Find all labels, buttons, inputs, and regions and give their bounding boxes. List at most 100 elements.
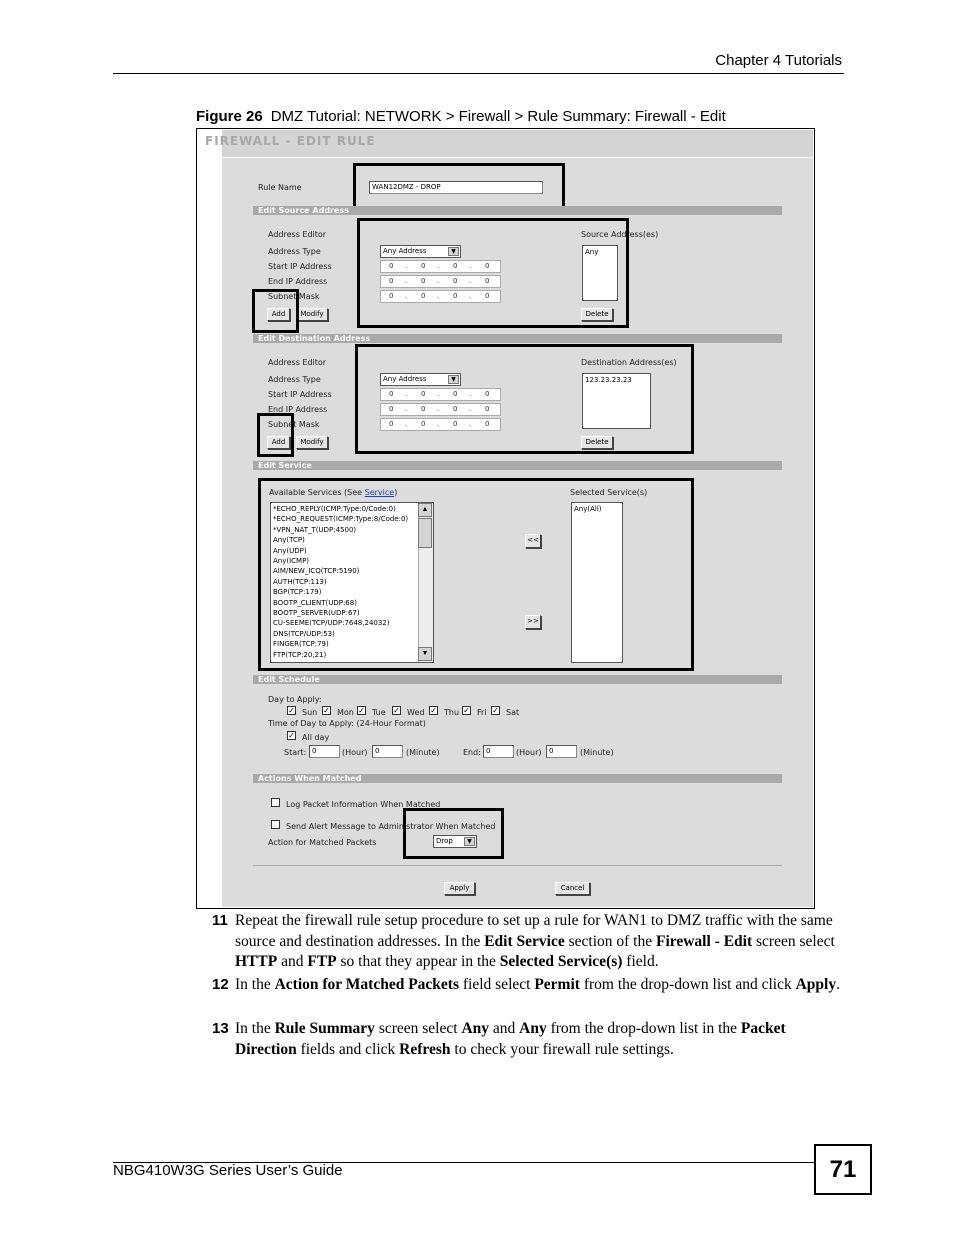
tue-checkbox[interactable]: ✓	[357, 706, 366, 715]
start-minute-unit: (Minute)	[406, 748, 440, 757]
start-minute-input[interactable]: 0	[372, 745, 403, 758]
section-bar-source: Edit Source Address	[253, 206, 782, 215]
divider	[253, 865, 782, 866]
step-text-run: In the	[235, 976, 275, 993]
wed-checkbox[interactable]: ✓	[392, 706, 401, 715]
chapter-heading: Chapter 4 Tutorials	[715, 52, 842, 69]
day-to-apply-label: Day to Apply:	[268, 695, 322, 704]
source-address-type-label: Address Type	[268, 247, 321, 256]
step-bold-term: Action for Matched Packets	[274, 976, 459, 993]
step-number: 12	[212, 976, 229, 993]
all-day-label: All day	[302, 733, 330, 742]
highlight-box-action	[403, 808, 504, 859]
step-text-run: from the drop-down list and click	[579, 976, 796, 993]
section-bar-service: Edit Service	[253, 461, 782, 470]
step-text-run: field.	[622, 953, 659, 970]
wed-label: Wed	[407, 708, 425, 717]
start-hour-unit: (Hour)	[342, 748, 368, 757]
step-number: 13	[212, 1020, 229, 1037]
step-bold-term: Apply	[795, 976, 837, 993]
page-number: 71	[814, 1144, 872, 1195]
screen-title: FIREWALL - EDIT RULE	[205, 134, 376, 148]
log-checkbox[interactable]	[271, 798, 280, 807]
step-text-run: In the	[235, 1020, 275, 1037]
step-text-run: screen select	[752, 932, 835, 950]
mon-label: Mon	[337, 708, 354, 717]
step-text-run: .	[836, 976, 840, 993]
step-11: 11 Repeat the firewall rule setup procedu…	[212, 911, 842, 973]
highlight-box-source-add	[252, 289, 299, 333]
step-bold-term: Refresh	[399, 1040, 451, 1058]
section-title-actions: Actions When Matched	[258, 774, 362, 783]
highlight-box-source	[357, 218, 629, 328]
highlight-box-service	[258, 478, 694, 671]
section-title-service: Edit Service	[258, 461, 312, 470]
end-hour-input[interactable]: 0	[483, 745, 514, 758]
sun-checkbox[interactable]: ✓	[287, 706, 296, 715]
step-bold-term: FTP	[307, 953, 337, 970]
figure-caption: Figure 26 DMZ Tutorial: NETWORK > Firewal…	[196, 108, 726, 125]
alert-checkbox[interactable]	[271, 820, 280, 829]
figure-caption-text: DMZ Tutorial: NETWORK > Firewall > Rule …	[270, 108, 726, 125]
step-text: Repeat the firewall rule setup procedure…	[212, 911, 842, 973]
source-modify-button[interactable]: Modify	[296, 308, 328, 321]
step-13: 13 In the Rule Summary screen select Any …	[212, 1019, 842, 1060]
source-start-ip-label: Start IP Address	[268, 262, 332, 271]
tue-label: Tue	[372, 708, 386, 717]
apply-button[interactable]: Apply	[444, 882, 475, 895]
section-title-schedule: Edit Schedule	[258, 675, 320, 684]
fri-label: Fri	[477, 708, 487, 717]
step-text: In the Rule Summary screen select Any an…	[212, 1019, 842, 1060]
source-address-editor-label: Address Editor	[268, 230, 327, 239]
step-bold-term: Rule Summary	[274, 1020, 375, 1037]
figure-number: Figure 26	[196, 108, 263, 125]
step-bold-term: Edit Service	[484, 932, 565, 950]
step-text-run: from the drop-down list in the	[546, 1020, 741, 1037]
action-label: Action for Matched Packets	[268, 838, 377, 847]
highlight-box-destination	[355, 344, 694, 454]
mon-checkbox[interactable]: ✓	[322, 706, 331, 715]
step-bold-term: Firewall - Edit	[655, 932, 753, 950]
step-text-run: screen select	[374, 1020, 462, 1037]
step-bold-term: Any	[461, 1020, 490, 1037]
step-bold-term: Permit	[534, 976, 580, 993]
header-rule	[113, 73, 844, 74]
step-text-run: and	[277, 953, 308, 970]
highlight-box-dest-add	[257, 413, 294, 457]
sat-checkbox[interactable]: ✓	[491, 706, 500, 715]
dest-address-editor-label: Address Editor	[268, 358, 327, 367]
step-text-run: fields and click	[296, 1040, 400, 1058]
step-text-run: to check your firewall rule settings.	[450, 1040, 674, 1058]
guide-title: NBG410W3G Series User’s Guide	[113, 1162, 343, 1179]
section-title-source: Edit Source Address	[258, 206, 349, 215]
thu-checkbox[interactable]: ✓	[429, 706, 438, 715]
step-bold-term: Any	[519, 1020, 547, 1037]
cancel-button[interactable]: Cancel	[555, 882, 590, 895]
source-end-ip-label: End IP Address	[268, 277, 328, 286]
dest-address-type-label: Address Type	[268, 375, 321, 384]
all-day-checkbox[interactable]: ✓	[287, 731, 296, 740]
time-of-day-label: Time of Day to Apply: (24-Hour Format)	[268, 719, 426, 728]
sat-label: Sat	[506, 708, 520, 717]
step-text-run: section of the	[564, 932, 656, 950]
section-bar-destination: Edit Destination Address	[253, 334, 782, 343]
section-title-destination: Edit Destination Address	[258, 334, 371, 343]
end-hour-unit: (Hour)	[516, 748, 542, 757]
thu-label: Thu	[444, 708, 460, 717]
step-bold-term: HTTP	[235, 953, 278, 970]
section-bar-actions: Actions When Matched	[253, 774, 782, 783]
end-minute-input[interactable]: 0	[546, 745, 577, 758]
step-text-run: field select	[459, 976, 535, 993]
end-minute-unit: (Minute)	[580, 748, 614, 757]
dest-start-ip-label: Start IP Address	[268, 390, 332, 399]
step-text-run: and	[489, 1020, 520, 1037]
step-text: In the Action for Matched Packets field …	[212, 975, 842, 996]
start-hour-input[interactable]: 0	[309, 745, 340, 758]
section-bar-schedule: Edit Schedule	[253, 675, 782, 684]
fri-checkbox[interactable]: ✓	[462, 706, 471, 715]
sun-label: Sun	[302, 708, 318, 717]
step-bold-term: Selected Service(s)	[499, 953, 623, 970]
rule-name-label: Rule Name	[258, 183, 302, 192]
dest-modify-button[interactable]: Modify	[296, 436, 328, 449]
end-label: End:	[463, 748, 481, 757]
